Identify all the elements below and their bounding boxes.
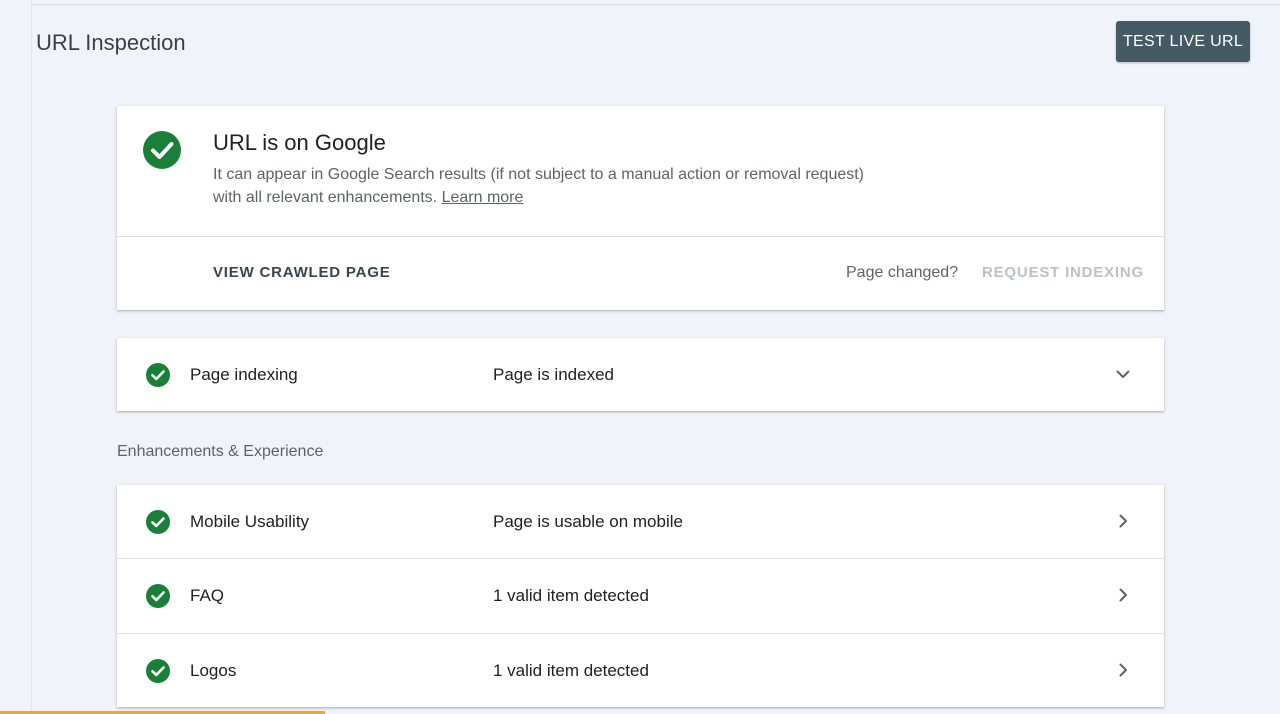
page-title: URL Inspection [36, 30, 186, 55]
chevron-right-icon[interactable] [1113, 511, 1133, 531]
chevron-down-icon[interactable] [1113, 364, 1133, 384]
row-value: 1 valid item detected [493, 661, 649, 680]
enhancements-card: Mobile Usability Page is usable on mobil… [117, 485, 1164, 707]
row-value: 1 valid item detected [493, 586, 649, 605]
chevron-right-icon[interactable] [1113, 585, 1133, 605]
top-divider [32, 4, 1280, 5]
check-circle-icon [146, 584, 170, 608]
check-circle-icon [146, 659, 170, 683]
check-circle-icon [146, 510, 170, 534]
check-circle-icon [143, 131, 181, 169]
enhancement-row-mobile-usability[interactable]: Mobile Usability Page is usable on mobil… [117, 485, 1164, 559]
request-indexing-button[interactable]: REQUEST INDEXING [982, 264, 1144, 281]
row-label: Logos [190, 661, 237, 680]
check-circle-icon [146, 363, 170, 387]
row-label: FAQ [190, 586, 225, 605]
enhancement-row-faq[interactable]: FAQ 1 valid item detected [117, 559, 1164, 633]
status-card: URL is on Google It can appear in Google… [117, 106, 1164, 310]
row-label: Mobile Usability [190, 512, 310, 531]
learn-more-link[interactable]: Learn more [442, 189, 524, 206]
page-indexing-row[interactable]: Page indexing Page is indexed [117, 338, 1164, 412]
status-description-text: It can appear in Google Search results (… [213, 166, 865, 206]
status-description: It can appear in Google Search results (… [213, 163, 873, 209]
chevron-right-icon[interactable] [1113, 660, 1133, 680]
section-label-enhancements: Enhancements & Experience [117, 443, 324, 460]
page-changed-label: Page changed? [846, 264, 959, 281]
left-divider [31, 0, 32, 714]
status-title: URL is on Google [213, 130, 386, 155]
row-label: Page indexing [190, 365, 298, 384]
card-divider [117, 236, 1164, 237]
row-value: Page is usable on mobile [493, 512, 683, 531]
view-crawled-page-button[interactable]: VIEW CRAWLED PAGE [213, 264, 391, 281]
row-value: Page is indexed [493, 365, 614, 384]
test-live-url-button[interactable]: TEST LIVE URL [1116, 21, 1250, 62]
enhancement-row-logos[interactable]: Logos 1 valid item detected [117, 634, 1164, 708]
page-indexing-card[interactable]: Page indexing Page is indexed [117, 338, 1164, 411]
